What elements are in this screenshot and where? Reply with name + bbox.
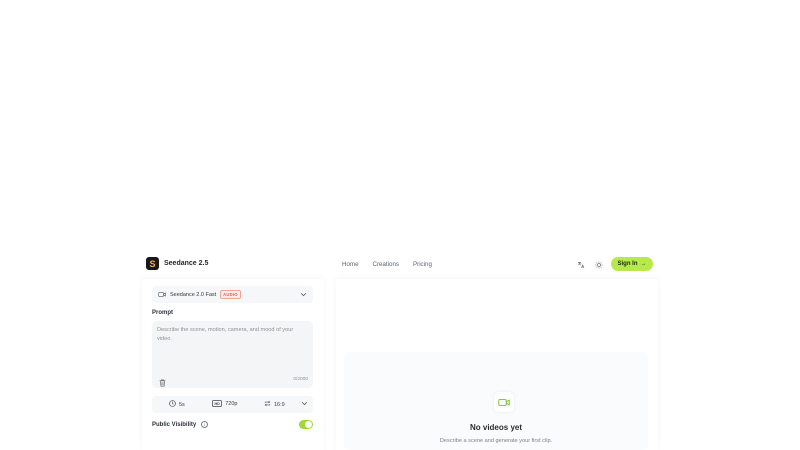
brand-name: Seedance 2.5 [164,260,209,267]
duration-value: 5s [179,401,185,408]
top-header: S Seedance 2.5 Home Creations Pricing Si… [140,252,660,278]
more-options-chevron-icon[interactable] [301,400,308,407]
aspect-ratio-option[interactable]: 16:9 [264,400,285,409]
audio-badge: AUDIO [220,290,241,299]
main-nav: Home Creations Pricing [342,261,432,268]
toggle-knob [305,421,312,428]
empty-state: No videos yet Describe a scene and gener… [344,352,648,450]
char-count: 0/2000 [293,377,308,382]
visibility-toggle[interactable] [299,420,313,429]
generator-panel: Seedance 2.0 Fast AUDIO Prompt Describe … [142,279,324,450]
visibility-label: Public Visibility [152,421,197,428]
arrow-right-icon: → [640,261,647,267]
nav-pricing[interactable]: Pricing [413,261,432,268]
trash-icon[interactable] [159,374,166,392]
prompt-label: Prompt [152,310,173,316]
preview-panel: No videos yet Describe a scene and gener… [336,279,658,450]
hd-icon: HD [212,400,223,407]
sign-in-label: Sign In [617,261,638,267]
prompt-placeholder: Describe the scene, motion, camera, and … [157,327,294,342]
empty-title: No videos yet [469,423,522,432]
brand[interactable]: S Seedance 2.5 [146,257,208,270]
video-camera-icon [494,392,514,412]
resolution-option[interactable]: HD 720p [212,400,237,407]
duration-option[interactable]: 5s [169,400,185,409]
sun-icon[interactable] [594,260,603,269]
info-icon[interactable]: i [201,421,209,428]
aspect-ratio-value: 16:9 [274,401,285,408]
prompt-input[interactable]: Describe the scene, motion, camera, and … [152,321,313,388]
nav-home[interactable]: Home [342,261,359,268]
translate-icon[interactable] [576,260,585,269]
brand-logo: S [146,257,159,270]
model-select[interactable]: Seedance 2.0 Fast AUDIO [152,286,313,303]
generation-options: 5s HD 720p 16:9 [152,396,313,413]
nav-creations[interactable]: Creations [373,261,399,268]
repeat-icon [264,400,271,409]
empty-subtitle: Describe a scene and generate your first… [439,438,553,444]
clock-icon [169,400,176,409]
model-name: Seedance 2.0 Fast [170,291,217,298]
chevron-down-icon [300,291,307,298]
sign-in-button[interactable]: Sign In → [611,257,653,271]
video-camera-icon [158,291,166,298]
visibility-row: Public Visibility i [152,421,209,428]
resolution-value: 720p [225,400,238,407]
